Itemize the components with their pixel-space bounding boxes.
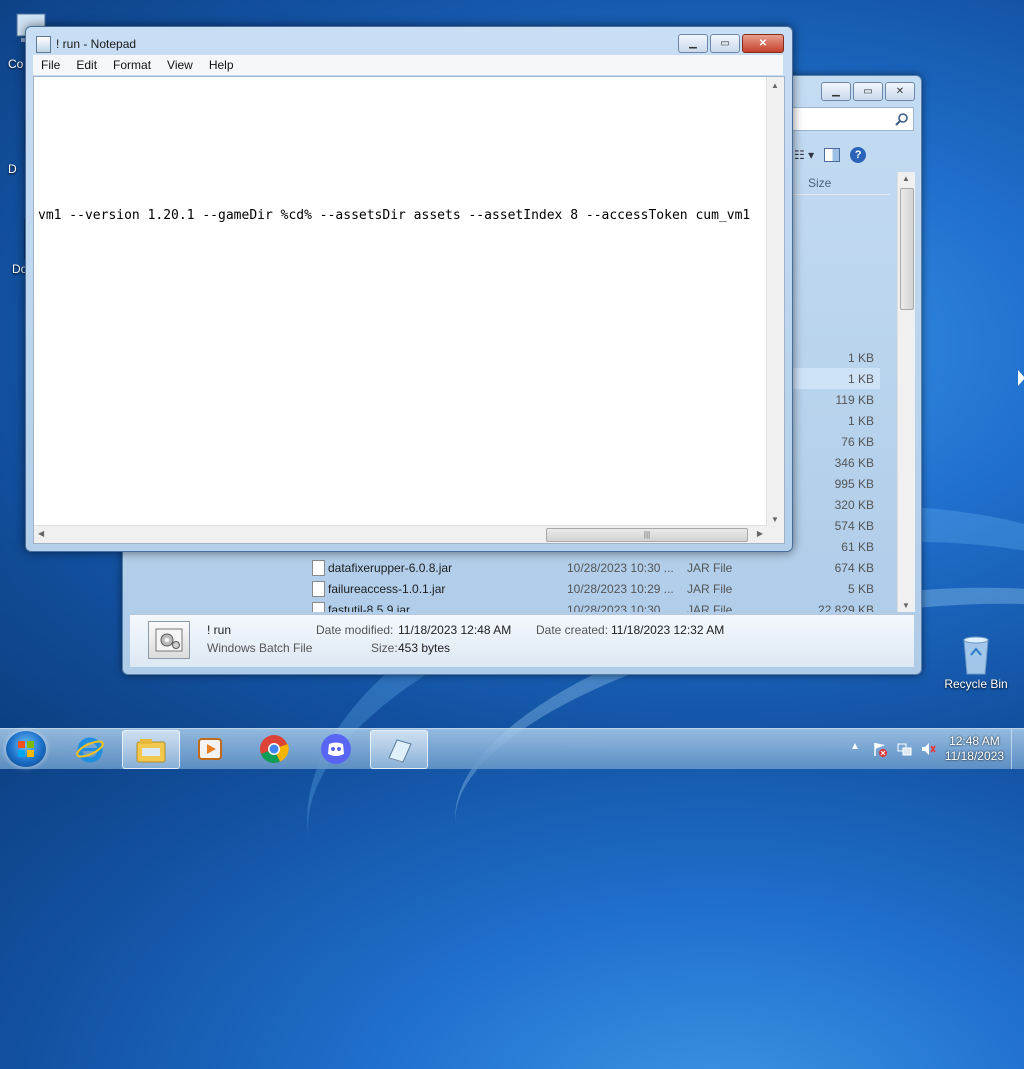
notepad-icon: [36, 36, 51, 53]
explorer-vertical-scrollbar[interactable]: ▲ ▼: [897, 172, 915, 612]
folder-icon: [136, 738, 166, 762]
file-name: datafixerupper-6.0.8.jar: [328, 561, 453, 575]
taskbar-chrome[interactable]: [246, 730, 302, 767]
table-row[interactable]: fastutil-8.5.9.jar 10/28/2023 10:30 ... JA…: [310, 599, 880, 612]
table-row[interactable]: failureaccess-1.0.1.jar 10/28/2023 10:29 …: [310, 578, 880, 599]
editor-horizontal-scrollbar[interactable]: ◀ ||| ▶: [34, 525, 767, 543]
file-size: 574 KB: [834, 519, 874, 533]
close-button[interactable]: ✕: [885, 82, 915, 101]
clock-date: 11/18/2023: [944, 749, 1004, 763]
taskbar-notepad[interactable]: [370, 730, 428, 769]
size-column-header[interactable]: Size: [808, 176, 831, 190]
file-size: 1 KB: [847, 351, 874, 365]
editor-vertical-scrollbar[interactable]: ▲ ▼: [766, 77, 784, 526]
editor-content[interactable]: vm1 --version 1.20.1 --gameDir %cd% --as…: [38, 208, 750, 223]
notepad-window[interactable]: ! run - Notepad ▁ ▭ ✕ File Edit Format V…: [25, 26, 793, 552]
close-button[interactable]: ✕: [742, 34, 784, 53]
file-icon: [312, 560, 325, 576]
help-icon[interactable]: ?: [850, 147, 867, 163]
show-desktop-button[interactable]: [1011, 729, 1024, 769]
file-size: 674 KB: [834, 561, 874, 575]
details-modified-value: 11/18/2023 12:48 AM: [398, 623, 512, 637]
taskbar-media-player[interactable]: [182, 730, 238, 767]
clock[interactable]: 12:48 AM 11/18/2023: [945, 734, 1004, 764]
menu-view[interactable]: View: [159, 58, 201, 72]
network-icon[interactable]: [896, 741, 912, 757]
preview-pane-icon[interactable]: [824, 148, 841, 162]
menu-help[interactable]: Help: [201, 58, 242, 72]
details-modified-label: Date modified:: [316, 623, 394, 637]
menu-bar: File Edit Format View Help: [33, 55, 783, 75]
file-date: 10/28/2023 10:29 ...: [567, 582, 674, 596]
taskbar-discord[interactable]: [308, 730, 364, 767]
file-size: 1 KB: [847, 372, 874, 386]
ie-icon: [76, 737, 104, 762]
file-date: 10/28/2023 10:30 ...: [567, 603, 674, 612]
scrollbar-thumb[interactable]: |||: [546, 528, 748, 542]
details-pane: ! run Windows Batch File Date modified: …: [130, 614, 914, 667]
file-size: 320 KB: [834, 498, 874, 512]
file-size: 76 KB: [841, 435, 874, 449]
file-size: 119 KB: [835, 393, 874, 407]
search-icon: [895, 113, 908, 126]
clock-time: 12:48 AM: [949, 734, 1000, 748]
file-type: JAR File: [687, 561, 733, 575]
file-name: fastutil-8.5.9.jar: [328, 603, 411, 612]
start-button[interactable]: [6, 731, 46, 767]
file-icon: [312, 581, 325, 597]
window-title: ! run - Notepad: [56, 37, 137, 51]
show-hidden-icons-icon[interactable]: ▲: [850, 741, 860, 752]
details-size-label: Size:: [371, 641, 398, 655]
recycle-bin-icon: [954, 630, 998, 675]
file-type: JAR File: [687, 603, 733, 612]
file-size: 22,829 KB: [817, 603, 874, 612]
details-created-label: Date created:: [536, 623, 609, 637]
file-icon: [312, 602, 325, 612]
chrome-icon: [260, 734, 289, 763]
maximize-button[interactable]: ▭: [853, 82, 883, 101]
details-file-name: ! run: [207, 623, 232, 637]
menu-format[interactable]: Format: [105, 58, 159, 72]
menu-edit[interactable]: Edit: [68, 58, 105, 72]
windows-logo-icon: [18, 741, 34, 757]
action-center-flag-icon[interactable]: [872, 741, 888, 757]
table-row[interactable]: datafixerupper-6.0.8.jar 10/28/2023 10:30…: [310, 557, 880, 578]
minimize-button[interactable]: ▁: [821, 82, 851, 101]
file-name: failureaccess-1.0.1.jar: [328, 582, 446, 596]
details-size-value: 453 bytes: [398, 641, 451, 655]
maximize-button[interactable]: ▭: [710, 34, 740, 53]
taskbar: ▲ 12:48 AM 11/18/2023: [0, 728, 1024, 769]
system-tray: ▲ 12:48 AM 11/18/2023: [834, 729, 1024, 769]
details-created-value: 11/18/2023 12:32 AM: [611, 623, 725, 637]
minimize-button[interactable]: ▁: [678, 34, 708, 53]
discord-icon: [321, 733, 351, 764]
file-size: 1 KB: [847, 414, 874, 428]
file-date: 10/28/2023 10:30 ...: [567, 561, 674, 575]
details-file-type: Windows Batch File: [207, 641, 313, 655]
file-type: JAR File: [687, 582, 733, 596]
scrollbar-thumb[interactable]: [900, 188, 914, 310]
explorer-toolbar: ☷ ▾ ?: [790, 140, 918, 170]
scrollbar-corner: [767, 526, 784, 543]
text-editor[interactable]: vm1 --version 1.20.1 --gameDir %cd% --as…: [33, 76, 785, 544]
taskbar-internet-explorer[interactable]: [62, 730, 118, 767]
file-size: 346 KB: [834, 456, 874, 470]
menu-file[interactable]: File: [33, 58, 68, 72]
batch-file-icon: [148, 621, 190, 659]
file-size: 5 KB: [847, 582, 874, 596]
file-size: 61 KB: [841, 540, 874, 554]
taskbar-file-explorer[interactable]: [122, 730, 180, 769]
file-size: 995 KB: [834, 477, 874, 491]
desktop-icon-recycle-bin[interactable]: Recycle Bin: [938, 630, 1014, 691]
cursor-icon: [1018, 370, 1024, 386]
notepad-icon: [388, 738, 412, 763]
view-options-icon[interactable]: ☷ ▾: [794, 148, 814, 162]
media-player-icon: [198, 737, 222, 760]
volume-muted-icon[interactable]: [920, 741, 936, 757]
